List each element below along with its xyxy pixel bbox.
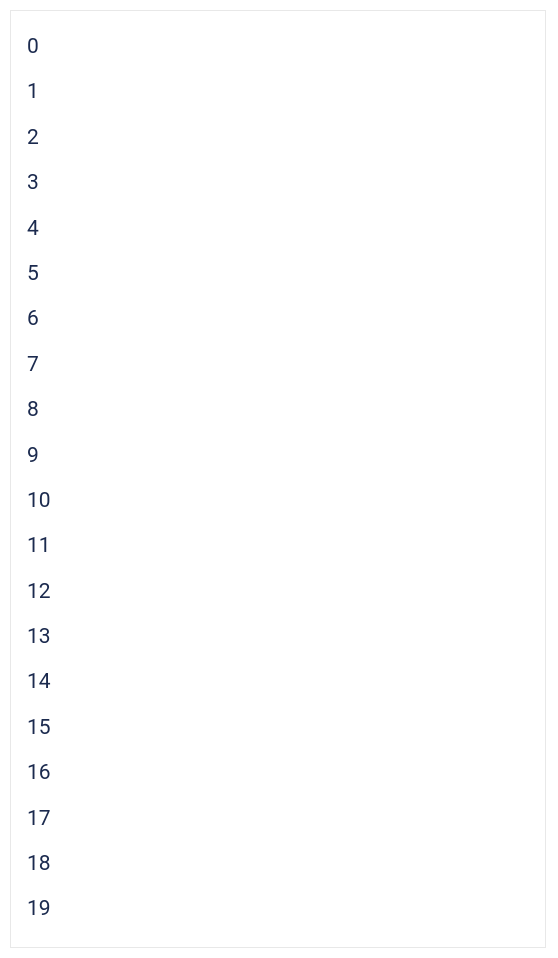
list-item: 18 <box>19 842 537 887</box>
list-item: 15 <box>19 706 537 751</box>
list-item: 13 <box>19 615 537 660</box>
list-item: 14 <box>19 660 537 705</box>
list-item: 9 <box>19 434 537 479</box>
list-container: 0 1 2 3 4 5 6 7 8 9 10 11 12 13 14 15 16… <box>10 10 546 948</box>
list-item: 17 <box>19 797 537 842</box>
list-item: 3 <box>19 161 537 206</box>
list-item: 10 <box>19 479 537 524</box>
list-item: 4 <box>19 207 537 252</box>
list-item: 2 <box>19 116 537 161</box>
list-item: 0 <box>19 25 537 70</box>
list-item: 16 <box>19 751 537 796</box>
list-item: 5 <box>19 252 537 297</box>
list-item: 7 <box>19 343 537 388</box>
list-item: 11 <box>19 524 537 569</box>
list-item: 12 <box>19 570 537 615</box>
list-item: 1 <box>19 70 537 115</box>
list-item: 6 <box>19 297 537 342</box>
list-item: 8 <box>19 388 537 433</box>
list-item: 19 <box>19 887 537 932</box>
